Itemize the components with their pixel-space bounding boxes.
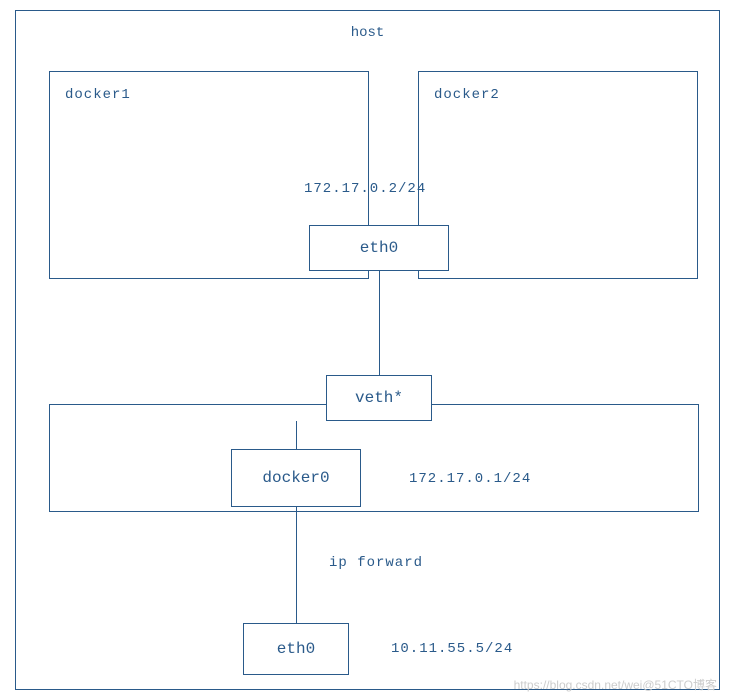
- watermark: https://blog.csdn.net/wei@51CTO博客: [514, 676, 717, 693]
- connector-veth-docker0: [296, 421, 297, 449]
- watermark-left: https://blog.csdn.net/wei: [514, 678, 643, 692]
- connector-eth0-veth: [379, 271, 380, 375]
- ip-docker0: 172.17.0.1/24: [409, 471, 531, 487]
- ip-eth0-container: 172.17.0.2/24: [304, 181, 426, 197]
- docker2-label: docker2: [434, 87, 500, 103]
- eth0-bottom-label: eth0: [277, 640, 315, 658]
- connector-docker0-eth0host: [296, 507, 297, 623]
- eth0-container-box: eth0: [309, 225, 449, 271]
- docker0-label: docker0: [262, 469, 329, 487]
- eth0-host-box: eth0: [243, 623, 349, 675]
- watermark-right: @51CTO博客: [642, 678, 717, 692]
- veth-label: veth*: [355, 389, 403, 407]
- host-container: host docker1 docker2 172.17.0.2/24 eth0 …: [15, 10, 720, 690]
- docker0-box: docker0: [231, 449, 361, 507]
- eth0-top-label: eth0: [360, 239, 398, 257]
- docker1-label: docker1: [65, 87, 131, 103]
- ip-eth0-host: 10.11.55.5/24: [391, 641, 513, 657]
- veth-box: veth*: [326, 375, 432, 421]
- docker2-box: docker2: [418, 71, 698, 279]
- host-label: host: [351, 25, 385, 41]
- ip-forward-label: ip forward: [329, 555, 423, 571]
